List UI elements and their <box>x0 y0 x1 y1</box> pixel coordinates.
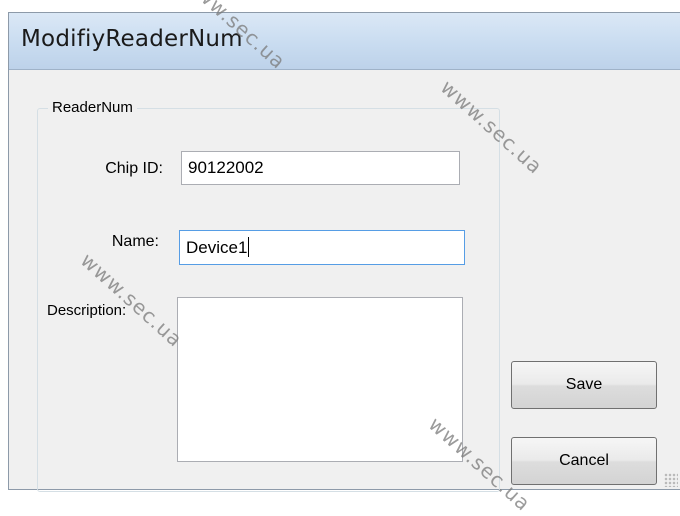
description-field[interactable] <box>177 297 463 462</box>
modify-reader-window: ModifiyReaderNum ReaderNum Chip ID: 9012… <box>8 12 680 492</box>
name-field[interactable]: Device1 <box>179 230 465 265</box>
text-caret <box>248 237 250 257</box>
window-title: ModifiyReaderNum <box>21 26 243 52</box>
save-button[interactable]: Save <box>511 361 657 409</box>
title-bar[interactable]: ModifiyReaderNum <box>9 13 680 70</box>
group-label: ReaderNum <box>48 99 137 116</box>
name-value: Device1 <box>186 238 248 257</box>
cancel-button[interactable]: Cancel <box>511 437 657 485</box>
chip-id-field[interactable]: 90122002 <box>181 151 460 185</box>
resize-grip-icon[interactable] <box>664 473 678 487</box>
chip-id-value: 90122002 <box>188 158 264 177</box>
chip-id-label: Chip ID: <box>105 160 163 177</box>
name-label: Name: <box>111 233 159 250</box>
